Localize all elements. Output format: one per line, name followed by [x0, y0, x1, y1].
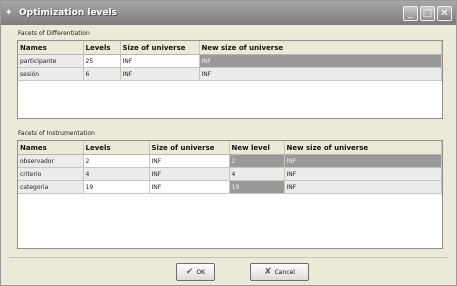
cell-new-level[interactable]: 19 [229, 180, 285, 194]
cell-levels[interactable]: 25 [83, 54, 121, 68]
table-row[interactable]: observador 2 INF 2 INF [18, 154, 442, 168]
cell-size-of-universe[interactable]: INF [120, 67, 200, 81]
cell-new-level[interactable]: 4 [229, 167, 285, 181]
title-bar: ✦ Optimization levels _ □ ✕ [1, 1, 456, 25]
ok-button[interactable]: ✔ OK [176, 263, 215, 281]
minimize-icon[interactable]: _ [403, 5, 418, 21]
column-header-new-size[interactable]: New size of universe [199, 41, 442, 55]
cell-size-of-universe[interactable]: INF [149, 154, 230, 168]
instrumentation-table-panel: Names Levels Size of universe New level … [17, 140, 443, 249]
differentiation-table: Names Levels Size of universe New size o… [18, 41, 442, 81]
cell-name[interactable]: observador [18, 154, 84, 168]
column-header-new-level[interactable]: New level [229, 141, 285, 155]
instrumentation-label: Facets of Instrumentation [18, 130, 95, 137]
cell-levels[interactable]: 2 [83, 154, 150, 168]
column-header-size-of-universe[interactable]: Size of universe [120, 41, 200, 55]
maximize-icon[interactable]: □ [420, 5, 435, 21]
column-header-size-of-universe[interactable]: Size of universe [149, 141, 230, 155]
table-row[interactable]: categoria 19 INF 19 INF [18, 180, 442, 194]
cancel-button[interactable]: ✘ Cancel [250, 263, 309, 281]
table-header: Names Levels Size of universe New level … [18, 141, 442, 155]
differentiation-table-panel: Names Levels Size of universe New size o… [17, 40, 443, 119]
table-row[interactable]: participante 25 INF INF [18, 54, 442, 68]
column-header-new-size[interactable]: New size of universe [284, 141, 442, 155]
window-controls: _ □ ✕ [403, 5, 452, 21]
column-header-levels[interactable]: Levels [83, 141, 150, 155]
cell-new-level[interactable]: 2 [229, 154, 285, 168]
cell-new-size[interactable]: INF [284, 180, 442, 194]
app-icon: ✦ [5, 8, 13, 18]
check-icon: ✔ [185, 267, 194, 277]
cell-size-of-universe[interactable]: INF [149, 180, 230, 194]
window-title: Optimization levels [19, 8, 117, 18]
cell-name[interactable]: criterio [18, 167, 84, 181]
cell-new-size[interactable]: INF [199, 54, 442, 68]
table-header: Names Levels Size of universe New size o… [18, 41, 442, 55]
cell-new-size[interactable]: INF [284, 167, 442, 181]
cell-levels[interactable]: 19 [83, 180, 150, 194]
cell-name[interactable]: participante [18, 54, 84, 68]
cell-new-size[interactable]: INF [199, 67, 442, 81]
footer-divider [9, 257, 448, 258]
column-header-names[interactable]: Names [18, 141, 84, 155]
cancel-label: Cancel [274, 268, 295, 276]
differentiation-label: Facets of Differentiation [18, 30, 90, 37]
column-header-levels[interactable]: Levels [83, 41, 121, 55]
close-icon[interactable]: ✕ [437, 5, 452, 21]
cell-size-of-universe[interactable]: INF [120, 54, 200, 68]
table-row[interactable]: sesión 6 INF INF [18, 67, 442, 81]
table-row[interactable]: criterio 4 INF 4 INF [18, 167, 442, 181]
optimization-levels-dialog: ✦ Optimization levels _ □ ✕ Facets of Di… [0, 0, 457, 286]
cell-name[interactable]: sesión [18, 67, 84, 81]
ok-label: OK [196, 268, 206, 276]
cell-levels[interactable]: 4 [83, 167, 150, 181]
cell-size-of-universe[interactable]: INF [149, 167, 230, 181]
instrumentation-table: Names Levels Size of universe New level … [18, 141, 442, 194]
x-icon: ✘ [264, 267, 272, 277]
cell-new-size[interactable]: INF [284, 154, 442, 168]
cell-name[interactable]: categoria [18, 180, 84, 194]
cell-levels[interactable]: 6 [83, 67, 121, 81]
column-header-names[interactable]: Names [18, 41, 84, 55]
